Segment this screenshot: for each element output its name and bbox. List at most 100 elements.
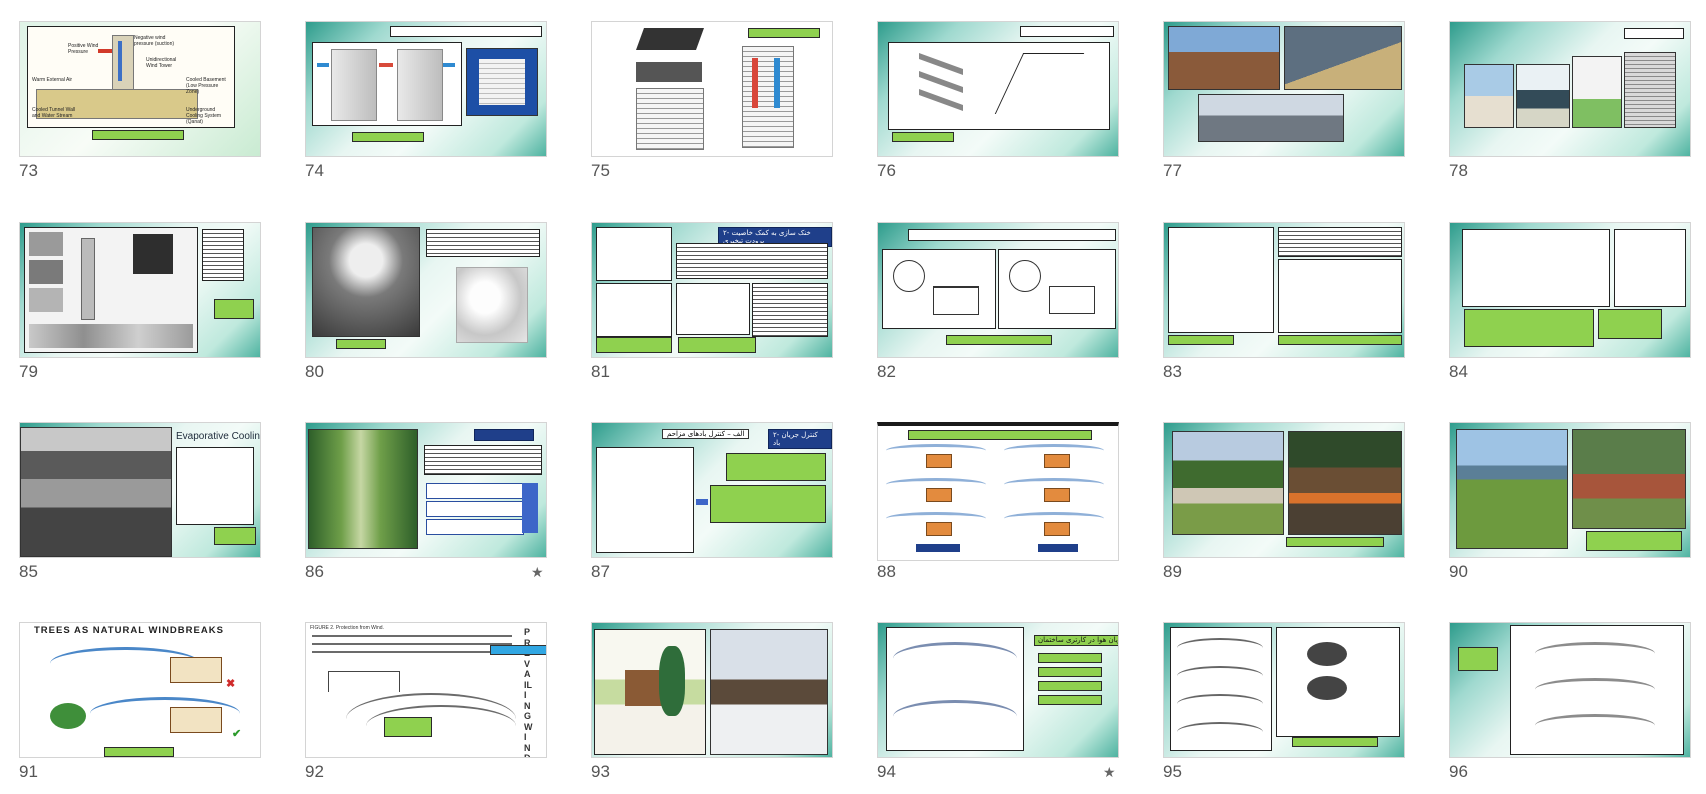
windcatcher-photo	[20, 427, 172, 557]
label-underground: Underground Cooling System (Qanat)	[186, 107, 222, 125]
slide-86[interactable]: 86 ★	[305, 422, 547, 594]
slide-caption	[946, 335, 1052, 345]
list-item	[1038, 667, 1102, 677]
slide-heading: جریان هوا در کارتری ساختمان	[1034, 635, 1118, 646]
slide-thumbnail: جریان هوا در کارتری ساختمان	[877, 622, 1119, 758]
side-note	[1458, 647, 1498, 671]
rooftop-photo-2	[1284, 26, 1402, 90]
rooftop-photo-3	[1198, 94, 1344, 142]
slide-80[interactable]: 80	[305, 222, 547, 394]
slide-94[interactable]: جریان هوا در کارتری ساختمان 94 ★	[877, 622, 1119, 794]
building-airflow-diagram	[1510, 625, 1684, 755]
slide-title: Evaporative Cooling	[176, 431, 261, 442]
list-item	[426, 483, 524, 499]
slide-thumbnail	[1163, 222, 1405, 358]
slide-76[interactable]: 76	[877, 21, 1119, 193]
slide-number: 82	[877, 362, 896, 381]
slide-96[interactable]: 96	[1449, 622, 1691, 794]
label-negative-wind: Negative wind pressure (suction)	[134, 35, 175, 47]
wind-line	[312, 643, 512, 645]
slide-89[interactable]: 89	[1163, 422, 1405, 594]
slide-77[interactable]: 77	[1163, 21, 1405, 193]
slide-subheader: الف – کنترل بادهای مزاحم	[662, 429, 750, 439]
slide-caption-2	[1598, 309, 1662, 339]
earth-house-photo-1	[1172, 431, 1284, 535]
slide-78[interactable]: 78	[1449, 21, 1691, 193]
tree-icon	[50, 703, 86, 729]
label-tag	[490, 645, 546, 655]
label-positive-wind: Positive Wind Pressure	[68, 43, 99, 55]
slide-93[interactable]: 93	[591, 622, 833, 794]
slide-85[interactable]: Evaporative Cooling 85	[19, 422, 261, 594]
slide-88[interactable]: 88	[877, 422, 1119, 594]
figure-caption: FIGURE 2. Protection from Wind.	[310, 625, 384, 631]
arrow-left-icon	[696, 499, 708, 505]
slide-number: 92	[305, 762, 324, 781]
slide-91[interactable]: TREES AS NATURAL WINDBREAKS ✖ ✔ 91	[19, 622, 261, 794]
slide-84[interactable]: 84	[1449, 222, 1691, 394]
slide-number: 76	[877, 161, 896, 180]
vent-photo-c	[1572, 56, 1622, 128]
text-block	[202, 229, 244, 281]
slide-number: 87	[591, 562, 610, 581]
slide-caption	[1286, 537, 1384, 547]
section-drawing	[1462, 229, 1610, 307]
slide-thumbnail	[1449, 21, 1691, 157]
slide-thumbnail	[305, 422, 547, 558]
slide-81[interactable]: ۲- خنک سازی به کمک خاصیت برودت تبخیری 81	[591, 222, 833, 394]
tree-row-photo	[308, 429, 418, 549]
slide-header: ۲- کنترل جریان باد	[768, 429, 832, 449]
slide-number: 94	[877, 762, 896, 781]
ventilator-diagram	[312, 42, 462, 126]
slide-92[interactable]: FIGURE 2. Protection from Wind. PREVAILI…	[305, 622, 547, 794]
slide-thumbnail	[305, 21, 547, 157]
slide-number: 81	[591, 362, 610, 381]
text-box-2	[710, 485, 826, 523]
section-view	[742, 46, 794, 148]
slide-number: 90	[1449, 562, 1468, 581]
text-block	[752, 283, 828, 337]
earth-house-photo-2	[1288, 431, 1402, 535]
slide-title: TREES AS NATURAL WINDBREAKS	[34, 625, 224, 636]
tree-section-right	[998, 249, 1116, 329]
slide-90[interactable]: 90	[1449, 422, 1691, 594]
dome-sketch	[676, 283, 750, 335]
slide-74[interactable]: 74	[305, 21, 547, 193]
label-tag	[916, 544, 960, 552]
louver-diagram	[888, 42, 1110, 130]
slide-82[interactable]: 82	[877, 222, 1119, 394]
slide-caption-1	[1464, 309, 1594, 347]
slide-heading-box	[908, 229, 1116, 241]
slide-heading-box	[390, 26, 542, 37]
vent-collage	[24, 227, 198, 353]
label-tunnel: Cooled Tunnel Wall and Water Stream	[32, 107, 76, 119]
slide-87[interactable]: ۲- کنترل جریان باد الف – کنترل بادهای مز…	[591, 422, 833, 594]
slide-caption	[352, 132, 424, 142]
slide-number: 75	[591, 161, 610, 180]
slide-95[interactable]: 95	[1163, 622, 1405, 794]
slide-83[interactable]: 83	[1163, 222, 1405, 394]
slide-75[interactable]: 75	[591, 21, 833, 193]
slide-caption	[336, 339, 386, 349]
slide-thumbnail: Negative wind pressure (suction) Positiv…	[19, 21, 261, 157]
slide-caption	[1292, 737, 1378, 747]
slide-79[interactable]: 79	[19, 222, 261, 394]
label-unidirectional: Unidirectional Wind Tower	[146, 57, 177, 69]
list-item	[1038, 681, 1102, 691]
slide-number: 80	[305, 362, 324, 381]
cooling-diagram	[176, 447, 254, 525]
slide-73[interactable]: Negative wind pressure (suction) Positiv…	[19, 21, 261, 193]
wind-tower-diagram: Negative wind pressure (suction) Positiv…	[27, 26, 235, 128]
text-block	[1278, 227, 1402, 257]
slide-sorter-grid: Negative wind pressure (suction) Positiv…	[0, 0, 1706, 791]
label-warm-air: Warm External Air	[32, 77, 73, 83]
slide-caption	[92, 130, 184, 140]
slide-number: 93	[591, 762, 610, 781]
slide-thumbnail	[1163, 422, 1405, 558]
slide-thumbnail	[877, 21, 1119, 157]
slide-thumbnail	[1163, 21, 1405, 157]
slide-thumbnail	[591, 21, 833, 157]
slide-caption-2	[678, 337, 756, 353]
airflow-sketch	[596, 447, 694, 553]
section-sketch-2	[596, 283, 672, 337]
